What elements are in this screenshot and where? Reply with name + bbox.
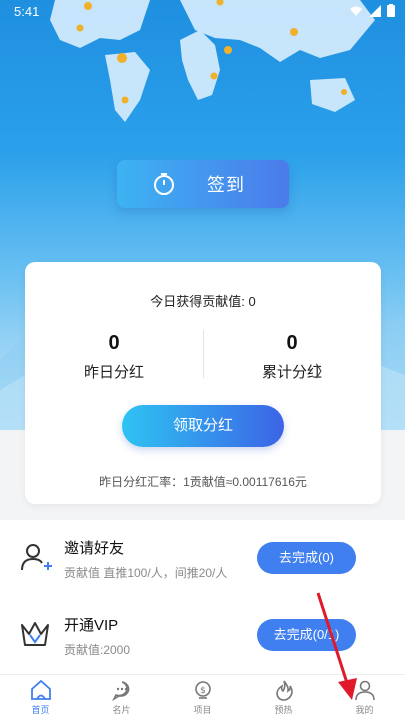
status-bar: 5:41 [0, 0, 405, 24]
nav-home-label: 首页 [31, 705, 50, 715]
task-title: 开通VIP [64, 617, 119, 634]
total-dividend-value: 0 [286, 332, 298, 354]
status-time: 5:41 [14, 4, 40, 19]
chevron-right-icon[interactable]: 〉 [315, 358, 331, 382]
yesterday-dividend-stat: 0 昨日分红 [25, 332, 203, 382]
task-invite-friends: 邀请好友 贡献值 直推100/人，间推20/人 去完成(0) [0, 520, 405, 596]
vip-complete-button[interactable]: 去完成(0/1) [257, 619, 356, 651]
bottom-nav: 首页 名片 $ 项目 预热 我的 [0, 674, 405, 721]
nav-card-label: 名片 [112, 705, 131, 715]
total-dividend-stat[interactable]: 0 累计分红 [203, 332, 381, 382]
task-open-vip: 开通VIP 贡献值:2000 去完成(0/1) [0, 598, 405, 674]
profile-icon [354, 680, 375, 701]
claim-dividend-button[interactable]: 领取分红 [122, 405, 284, 447]
sign-in-label: 签到 [207, 175, 245, 195]
invite-complete-button[interactable]: 去完成(0) [257, 542, 356, 574]
total-dividend-label: 累计分红 [261, 364, 322, 381]
home-icon [30, 679, 51, 700]
signal-icon [369, 4, 381, 17]
fire-icon [275, 680, 293, 701]
nav-preheat-label: 预热 [274, 705, 293, 715]
task-list: 邀请好友 贡献值 直推100/人，间推20/人 去完成(0) 开通VIP 贡献值… [0, 520, 405, 674]
sign-in-button[interactable]: 签到 [117, 160, 289, 208]
nav-preheat[interactable]: 预热 [243, 679, 324, 716]
svg-text:$: $ [200, 686, 206, 696]
nav-project-label: 项目 [193, 705, 212, 715]
coin-bulb-icon: $ [194, 681, 211, 699]
nav-project[interactable]: $ 项目 [162, 679, 243, 716]
nav-mine[interactable]: 我的 [324, 679, 405, 716]
user-add-icon [21, 544, 52, 571]
today-contribution: 今日获得贡献值: 0 [150, 294, 256, 309]
task-subtitle: 贡献值 直推100/人，间推20/人 [64, 566, 228, 580]
task-title: 邀请好友 [64, 540, 125, 557]
yesterday-dividend-value: 0 [108, 332, 120, 354]
battery-icon [387, 4, 395, 17]
stopwatch-icon [154, 173, 174, 195]
task-subtitle: 贡献值:2000 [64, 643, 131, 657]
wifi-icon [350, 6, 362, 16]
crown-icon [21, 622, 49, 646]
yesterday-dividend-label: 昨日分红 [83, 364, 144, 381]
dividend-card: 今日获得贡献值: 0 0 昨日分红 0 累计分红 〉 领取分红 昨日分红汇率：1… [25, 262, 381, 504]
chat-icon [111, 681, 129, 701]
nav-mine-label: 我的 [355, 705, 374, 715]
nav-card[interactable]: 名片 [81, 679, 162, 716]
nav-home[interactable]: 首页 [0, 679, 81, 716]
dividend-rate-text: 昨日分红汇率：1贡献值≈0.00117616元 [99, 475, 307, 489]
